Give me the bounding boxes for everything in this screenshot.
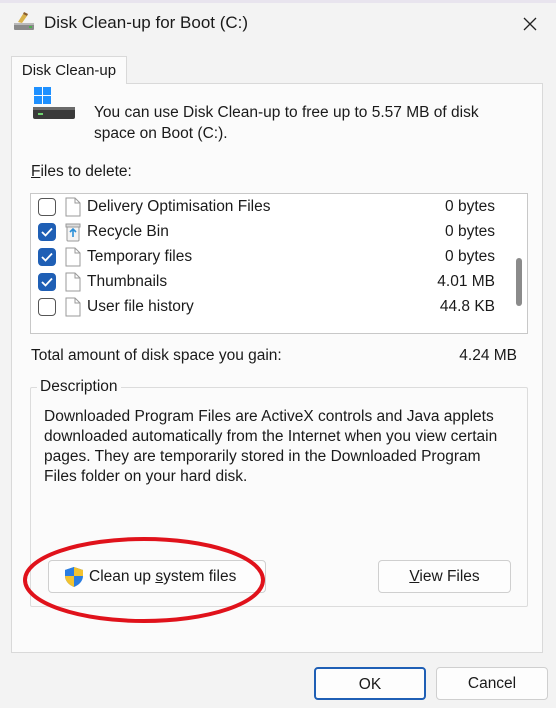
- view-files-label: iew Files: [419, 568, 480, 585]
- description-text: Downloaded Program Files are ActiveX con…: [44, 408, 498, 485]
- checkbox-thumbnails[interactable]: [38, 273, 56, 291]
- file-name: Thumbnails: [87, 273, 168, 290]
- file-size: 44.8 KB: [439, 298, 495, 315]
- checkbox-temporary-files[interactable]: [38, 248, 56, 266]
- clean-up-system-files-button[interactable]: Clean up system files: [48, 560, 266, 593]
- tab-disk-cleanup[interactable]: Disk Clean-up: [11, 56, 127, 84]
- file-icon: [65, 247, 81, 267]
- file-name: Recycle Bin: [87, 223, 169, 240]
- file-size: 0 bytes: [445, 248, 495, 265]
- file-name: Delivery Optimisation Files: [87, 198, 271, 215]
- checkmark-icon: [41, 227, 53, 237]
- list-item[interactable]: Thumbnails 4.01 MB: [31, 270, 509, 295]
- file-name: User file history: [87, 298, 194, 315]
- total-space-label: Total amount of disk space you gain:: [31, 347, 282, 364]
- list-item[interactable]: Recycle Bin 0 bytes: [31, 220, 509, 245]
- checkbox-recycle-bin[interactable]: [38, 223, 56, 241]
- files-list[interactable]: Delivery Optimisation Files 0 bytes Recy…: [30, 193, 528, 334]
- list-item[interactable]: Temporary files 0 bytes: [31, 245, 509, 270]
- intro-text: You can use Disk Clean-up to free up to …: [94, 104, 479, 142]
- ok-button[interactable]: OK: [314, 667, 426, 700]
- file-name: Temporary files: [87, 248, 193, 265]
- title-bar: Disk Clean-up for Boot (C:): [0, 0, 556, 48]
- checkbox-delivery-optimisation[interactable]: [38, 198, 56, 216]
- files-to-delete-label: Files to delete:: [31, 163, 132, 181]
- clean-up-system-files-label: Clean up system files: [89, 568, 236, 586]
- files-list-scrollbar[interactable]: [509, 194, 527, 333]
- recycle-bin-icon: [65, 223, 81, 242]
- description-legend: Description: [37, 378, 121, 396]
- clean-label-part: ystem files: [163, 568, 237, 585]
- clean-label-part: Clean up: [89, 568, 156, 585]
- file-size: 0 bytes: [445, 223, 495, 240]
- windows-drive-icon: [33, 87, 75, 119]
- uac-shield-icon: [65, 567, 83, 587]
- close-icon: [523, 17, 537, 31]
- clean-label-accesskey: s: [155, 568, 164, 585]
- file-size: 0 bytes: [445, 198, 495, 215]
- list-item[interactable]: User file history 44.8 KB: [31, 295, 509, 320]
- view-files-accesskey: V: [409, 568, 420, 585]
- file-icon: [65, 297, 81, 317]
- close-button[interactable]: [512, 8, 548, 40]
- scrollbar-thumb[interactable]: [516, 258, 522, 306]
- checkmark-icon: [41, 277, 53, 287]
- file-icon: [65, 197, 81, 217]
- view-files-button[interactable]: View Files: [378, 560, 511, 593]
- file-icon: [65, 272, 81, 292]
- file-size: 4.01 MB: [437, 273, 495, 290]
- cancel-button[interactable]: Cancel: [436, 667, 548, 700]
- disk-cleanup-app-icon: [14, 12, 34, 30]
- list-item[interactable]: Delivery Optimisation Files 0 bytes: [31, 195, 509, 220]
- total-space-value: 4.24 MB: [459, 347, 517, 364]
- window-title: Disk Clean-up for Boot (C:): [44, 13, 249, 32]
- files-label-rest: iles to delete:: [40, 163, 132, 180]
- checkbox-user-file-history[interactable]: [38, 298, 56, 316]
- checkmark-icon: [41, 252, 53, 262]
